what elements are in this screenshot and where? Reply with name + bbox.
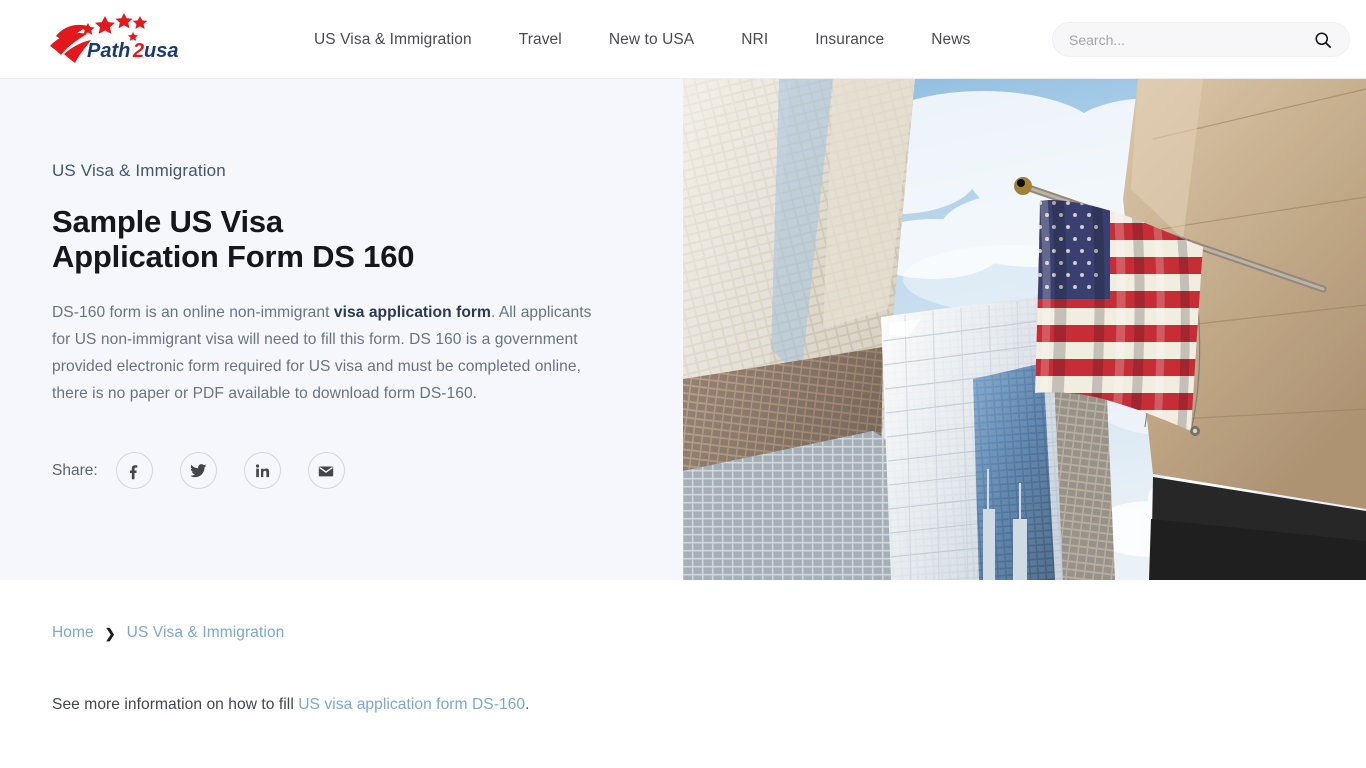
body-text-before-link: See more information on how to fill <box>52 696 299 713</box>
nav-item-us-visa-immigration[interactable]: US Visa & Immigration <box>314 31 472 49</box>
site-header: Path 2 usa US Visa & Immigration Travel … <box>0 0 1366 79</box>
email-icon <box>318 466 334 476</box>
breadcrumb-item-home[interactable]: Home <box>52 624 94 642</box>
breadcrumb: Home ❯ US Visa & Immigration <box>52 624 284 642</box>
share-email-button[interactable] <box>307 452 345 489</box>
hero-text-block: US Visa & Immigration Sample US Visa App… <box>52 161 597 408</box>
facebook-icon <box>130 464 138 479</box>
nav-item-nri[interactable]: NRI <box>741 31 768 49</box>
nav-item-insurance[interactable]: Insurance <box>815 31 884 49</box>
search-box[interactable] <box>1052 22 1350 57</box>
svg-text:Path: Path <box>87 40 130 62</box>
search-icon[interactable] <box>1313 30 1333 50</box>
share-twitter-button[interactable] <box>179 452 217 489</box>
main-navigation: US Visa & Immigration Travel New to USA … <box>314 0 970 79</box>
svg-text:2: 2 <box>132 40 144 62</box>
nav-item-new-to-usa[interactable]: New to USA <box>609 31 694 49</box>
share-linkedin-button[interactable] <box>243 452 281 489</box>
linkedin-icon <box>256 463 270 477</box>
hero-paragraph-part1: DS-160 form is an online non-immigrant <box>52 304 334 322</box>
hero-section: US Visa & Immigration Sample US Visa App… <box>0 79 1366 580</box>
nav-item-news[interactable]: News <box>931 31 970 49</box>
body-text-after-link: . <box>525 696 530 713</box>
page-title-line2: Application Form DS 160 <box>52 238 415 274</box>
share-row: Share: <box>52 452 345 489</box>
search-input[interactable] <box>1069 31 1313 48</box>
share-label: Share: <box>52 461 98 479</box>
ds160-form-link[interactable]: US visa application form DS-160 <box>298 696 525 713</box>
svg-text:usa: usa <box>144 40 178 62</box>
breadcrumb-separator-icon: ❯ <box>104 625 116 641</box>
visa-application-form-link[interactable]: visa application form <box>334 304 491 321</box>
hero-paragraph: DS-160 form is an online non-immigrant v… <box>52 300 597 407</box>
share-facebook-button[interactable] <box>115 452 153 489</box>
breadcrumb-item-us-visa-immigration[interactable]: US Visa & Immigration <box>127 624 285 642</box>
nav-item-travel[interactable]: Travel <box>519 31 562 49</box>
content-area: Home ❯ US Visa & Immigration See more in… <box>0 580 1366 768</box>
hero-eyebrow-link[interactable]: US Visa & Immigration <box>52 161 597 181</box>
page-title-line1: Sample US Visa <box>52 204 283 239</box>
hero-image <box>683 79 1366 580</box>
twitter-icon <box>189 464 207 478</box>
page-title: Sample US Visa Application Form DS 160 <box>52 204 597 274</box>
path2usa-logo[interactable]: Path 2 usa <box>44 10 190 68</box>
body-paragraph: See more information on how to fill US v… <box>52 696 530 714</box>
